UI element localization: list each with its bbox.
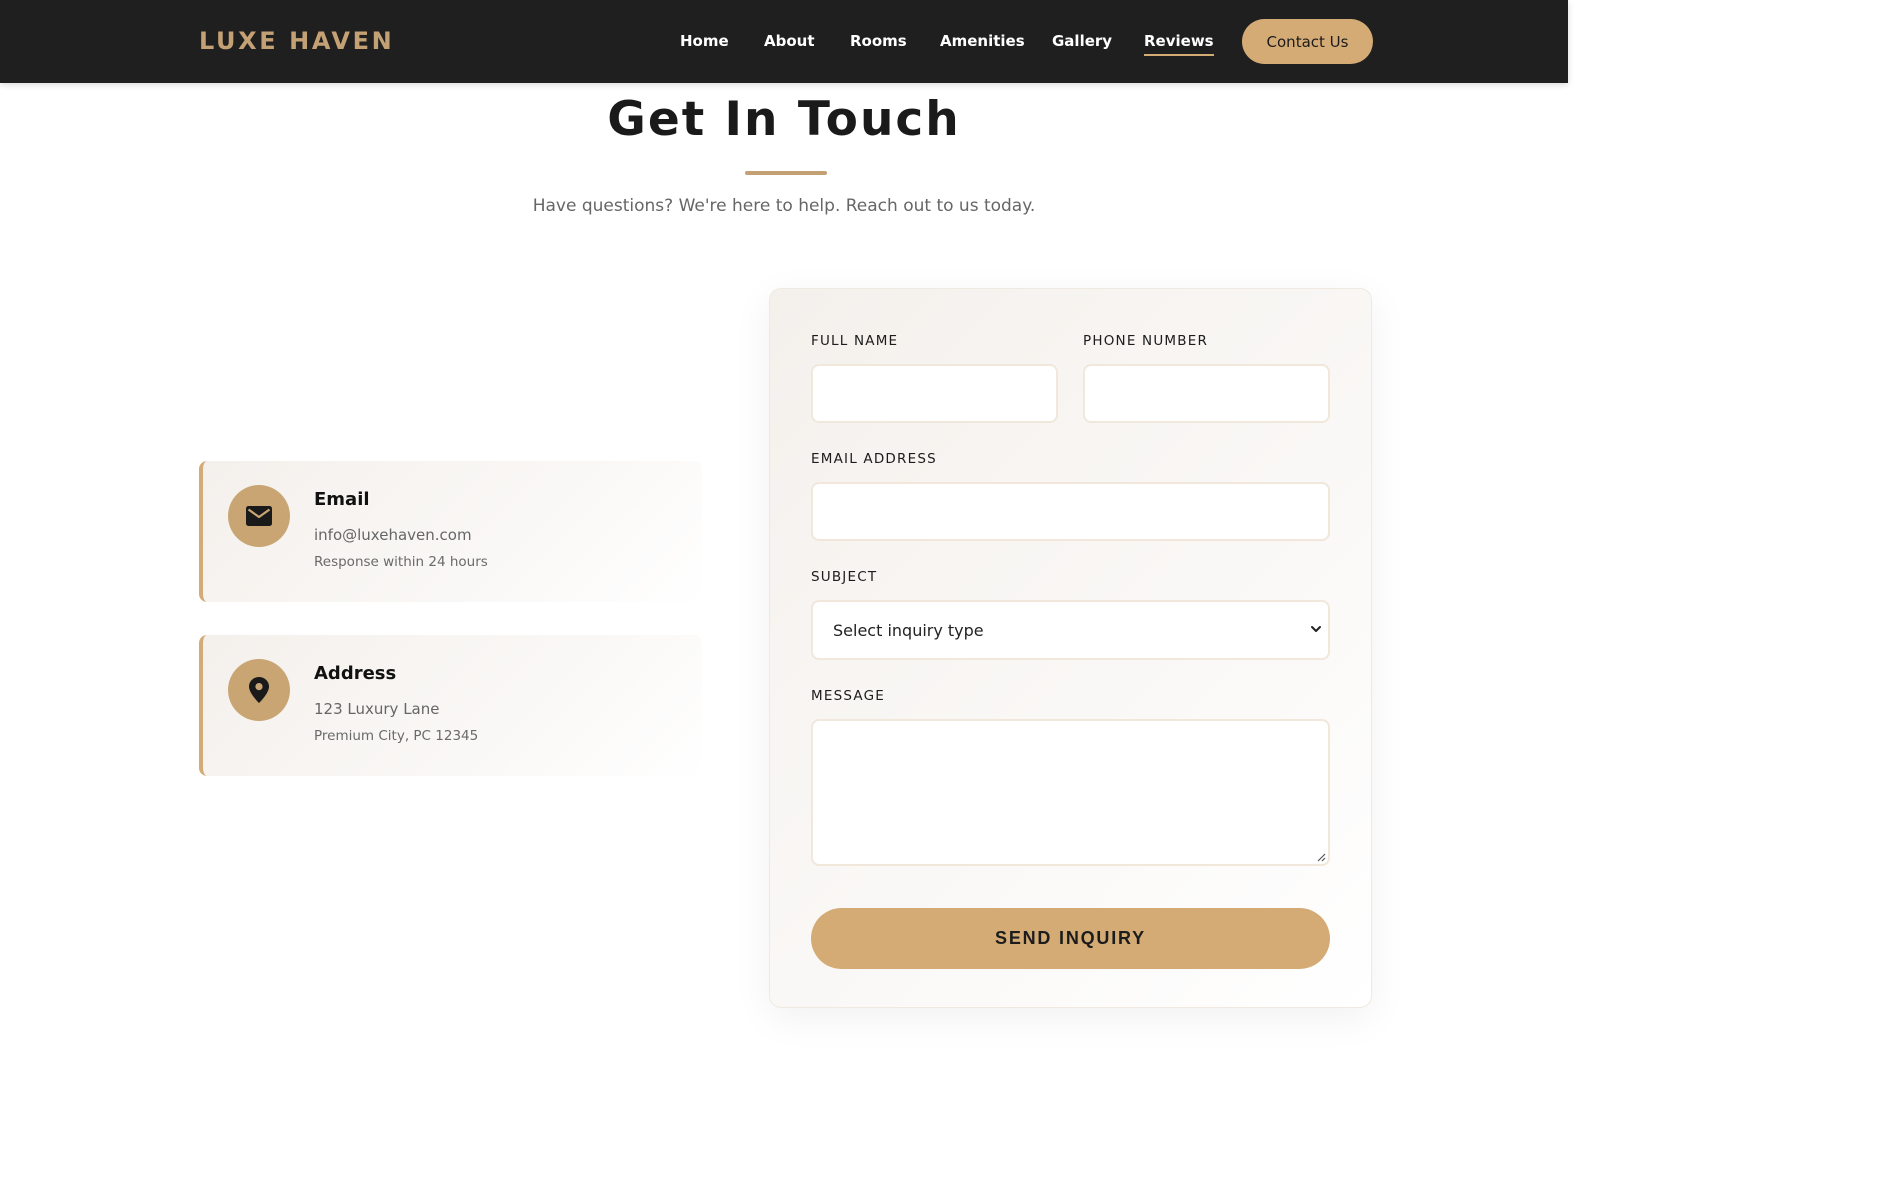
- contact-us-button[interactable]: Contact Us: [1242, 19, 1373, 64]
- city-address-text: Premium City, PC 12345: [314, 728, 479, 744]
- inquiry-form: FULL NAME PHONE NUMBER EMAIL ADDRESS SUB…: [769, 288, 1372, 1008]
- resize-grip-icon[interactable]: [1316, 852, 1326, 862]
- site-header: LUXE HAVEN Home About Rooms Amenities Ga…: [0, 0, 1568, 83]
- title-divider: [745, 171, 827, 175]
- nav-link-home[interactable]: Home: [680, 32, 729, 50]
- nav-link-about[interactable]: About: [764, 32, 815, 50]
- nav-link-rooms[interactable]: Rooms: [850, 32, 907, 50]
- full-name-label: FULL NAME: [811, 333, 899, 349]
- email-response-note: Response within 24 hours: [314, 554, 488, 570]
- phone-number-label: PHONE NUMBER: [1083, 333, 1209, 349]
- address-card-title: Address: [314, 663, 397, 684]
- subject-selected-value: Select inquiry type: [833, 621, 984, 640]
- street-address-text: 123 Luxury Lane: [314, 700, 440, 718]
- nav-link-gallery[interactable]: Gallery: [1052, 32, 1112, 50]
- phone-number-input[interactable]: [1083, 364, 1330, 423]
- message-textarea[interactable]: [811, 719, 1330, 866]
- email-address-input[interactable]: [811, 482, 1330, 541]
- brand-logo[interactable]: LUXE HAVEN: [199, 27, 394, 55]
- email-info-card: Email info@luxehaven.com Response within…: [199, 461, 702, 602]
- chevron-down-icon: [1311, 626, 1321, 632]
- subject-label: SUBJECT: [811, 569, 878, 585]
- email-card-title: Email: [314, 489, 370, 510]
- email-address-label: EMAIL ADDRESS: [811, 451, 937, 467]
- send-inquiry-button[interactable]: SEND INQUIRY: [811, 908, 1330, 969]
- section-subtitle: Have questions? We're here to help. Reac…: [532, 196, 1036, 216]
- subject-select[interactable]: Select inquiry type: [811, 600, 1330, 660]
- address-info-card: Address 123 Luxury Lane Premium City, PC…: [199, 635, 702, 776]
- nav-link-amenities[interactable]: Amenities: [940, 32, 1025, 50]
- message-label: MESSAGE: [811, 688, 885, 704]
- envelope-icon: [228, 485, 290, 547]
- full-name-input[interactable]: [811, 364, 1058, 423]
- nav-link-reviews[interactable]: Reviews: [1144, 32, 1214, 56]
- map-pin-icon: [228, 659, 290, 721]
- section-title: Get In Touch: [607, 92, 961, 147]
- email-address-text[interactable]: info@luxehaven.com: [314, 526, 472, 544]
